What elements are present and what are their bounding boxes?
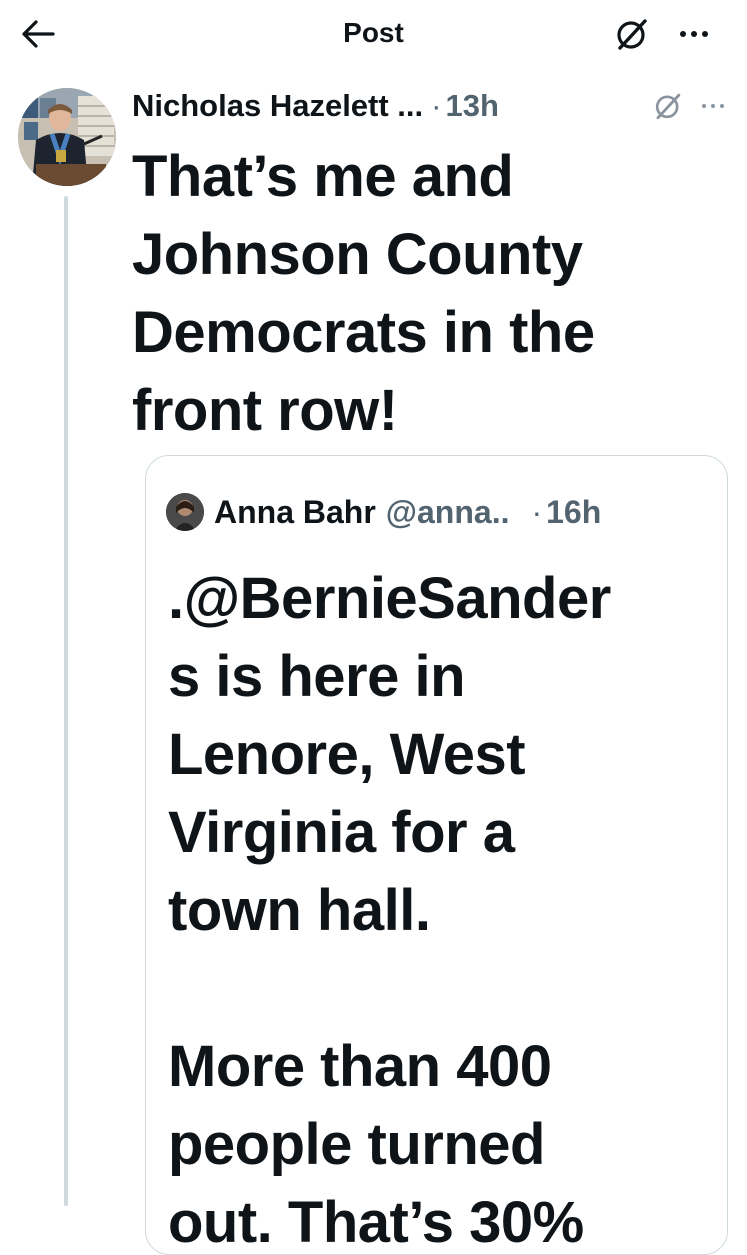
quoted-post[interactable]: Anna Bahr @anna.. · 16h .@BernieSander s… (145, 455, 728, 1255)
quoted-avatar-photo (166, 493, 204, 531)
more-horizontal-icon (702, 104, 724, 108)
separator-dot: · (431, 88, 442, 123)
quoted-post-text: .@BernieSander s is here in Lenore, West… (168, 566, 611, 1255)
post-grok-button[interactable] (650, 88, 686, 124)
more-options-button[interactable] (670, 14, 718, 54)
post-time[interactable]: 13h (445, 87, 498, 125)
top-bar: Post (0, 0, 747, 66)
author-name[interactable]: Nicholas Hazelett ... (132, 87, 423, 125)
avatar[interactable] (18, 88, 116, 186)
avatar-photo (18, 88, 116, 186)
grok-icon (655, 93, 681, 120)
thread-line (64, 196, 68, 1206)
quoted-author-handle: @anna.. (385, 493, 510, 530)
separator-dot: · (531, 493, 543, 530)
quoted-avatar (166, 493, 204, 531)
more-horizontal-icon (680, 31, 708, 37)
quoted-post-header: Anna Bahr @anna.. · 16h (166, 490, 726, 534)
grok-icon (617, 19, 647, 50)
post-more-button[interactable] (695, 88, 731, 124)
grok-button[interactable] (610, 14, 654, 54)
quoted-author-name: Anna Bahr (214, 493, 376, 530)
post-text: That’s me and Johnson County Democrats i… (132, 144, 595, 443)
quoted-post-time: 16h (546, 493, 602, 530)
post-header: Nicholas Hazelett ... · 13h (132, 86, 732, 126)
